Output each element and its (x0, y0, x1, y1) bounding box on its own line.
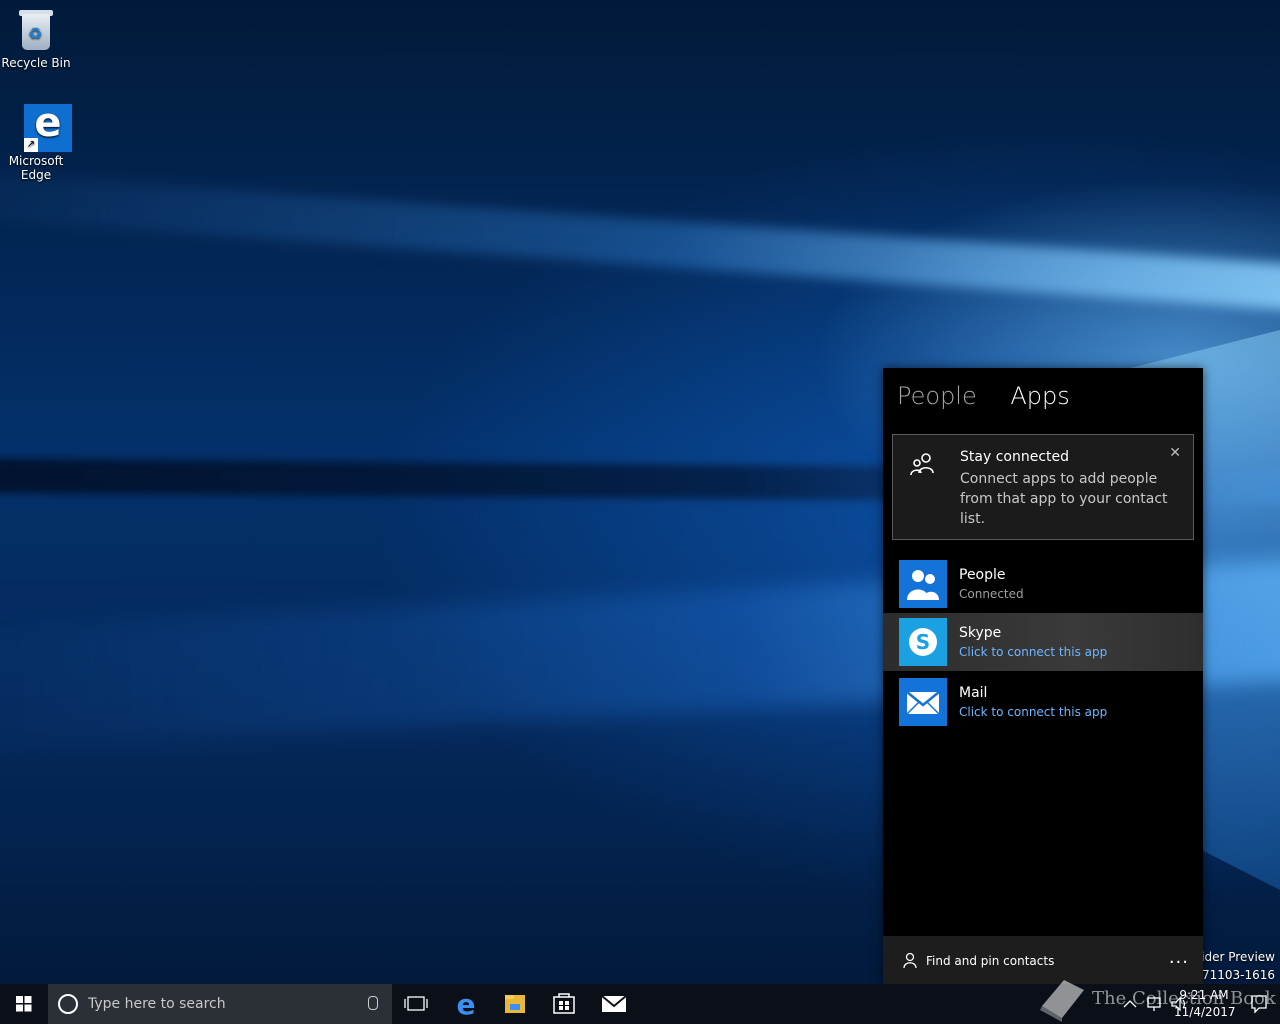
app-name: Mail (959, 685, 988, 701)
close-icon[interactable]: ✕ (1169, 445, 1181, 461)
start-button[interactable] (0, 984, 48, 1024)
taskbar-store-button[interactable] (540, 984, 588, 1024)
notice-title: Stay connected (960, 449, 1069, 465)
windows-start-icon (16, 996, 32, 1012)
desktop-icon-recycle-bin[interactable]: ♻ Recycle Bin (0, 6, 72, 70)
search-placeholder: Type here to search (88, 996, 226, 1012)
task-view-icon (404, 996, 428, 1011)
taskbar-mail-button[interactable] (590, 984, 638, 1024)
task-view-button[interactable] (392, 984, 440, 1024)
desktop-icon-label: Recycle Bin (1, 56, 71, 70)
tab-apps[interactable]: Apps (1010, 382, 1069, 410)
svg-text:S: S (916, 630, 930, 654)
app-name: Skype (959, 625, 1002, 641)
people-app-icon (899, 560, 947, 608)
tab-people[interactable]: People (897, 382, 977, 410)
app-status: Connected (959, 587, 1024, 601)
find-and-pin-contacts-link[interactable]: Find and pin contacts (926, 954, 1054, 968)
desktop-icon-label: Microsoft (8, 154, 64, 168)
edge-icon: e ↗ (12, 100, 72, 152)
microphone-icon[interactable] (368, 996, 378, 1010)
brand-watermark-text: The Collection Book (1092, 988, 1276, 1009)
more-options-icon[interactable]: ... (1169, 947, 1189, 968)
desktop-icon-microsoft-edge[interactable]: e ↗ Microsoft Edge (0, 100, 72, 182)
taskbar-search-box[interactable]: Type here to search (48, 984, 392, 1024)
edge-icon: e (457, 988, 476, 1021)
notice-body: Connect apps to add people from that app… (960, 471, 1168, 527)
mail-icon (601, 995, 627, 1012)
store-icon (553, 993, 575, 1014)
recycle-bin-icon: ♻ (12, 6, 60, 54)
cortana-icon (58, 994, 78, 1014)
mail-icon (899, 678, 947, 726)
book-icon (1040, 980, 1084, 1022)
brand-watermark: The Collection Book (1030, 974, 1280, 1024)
taskbar-edge-button[interactable]: e (442, 984, 490, 1024)
app-row-people[interactable]: People Connected (883, 555, 1203, 613)
connect-app-link[interactable]: Click to connect this app (959, 705, 1107, 719)
app-row-skype[interactable]: S Skype Click to connect this app (883, 613, 1203, 671)
person-icon (903, 952, 917, 968)
desktop-background: ♻ Recycle Bin e ↗ Microsoft Edge nsider … (0, 0, 1280, 984)
skype-icon: S (899, 618, 947, 666)
app-row-mail[interactable]: Mail Click to connect this app (883, 673, 1203, 731)
light-beam (0, 167, 1280, 311)
desktop-icon-label: Edge (20, 168, 52, 182)
connect-app-link[interactable]: Click to connect this app (959, 645, 1107, 659)
svg-text:e: e (457, 988, 476, 1021)
folder-icon (505, 995, 525, 1013)
people-connect-icon (910, 453, 934, 476)
people-flyout: People Apps Stay connected Connect apps … (883, 368, 1203, 984)
taskbar-file-explorer-button[interactable] (491, 984, 539, 1024)
flyout-tabs: People Apps (897, 382, 1096, 410)
app-name: People (959, 567, 1006, 583)
stay-connected-notice: Stay connected Connect apps to add peopl… (892, 434, 1194, 540)
shortcut-arrow-icon: ↗ (24, 138, 38, 152)
